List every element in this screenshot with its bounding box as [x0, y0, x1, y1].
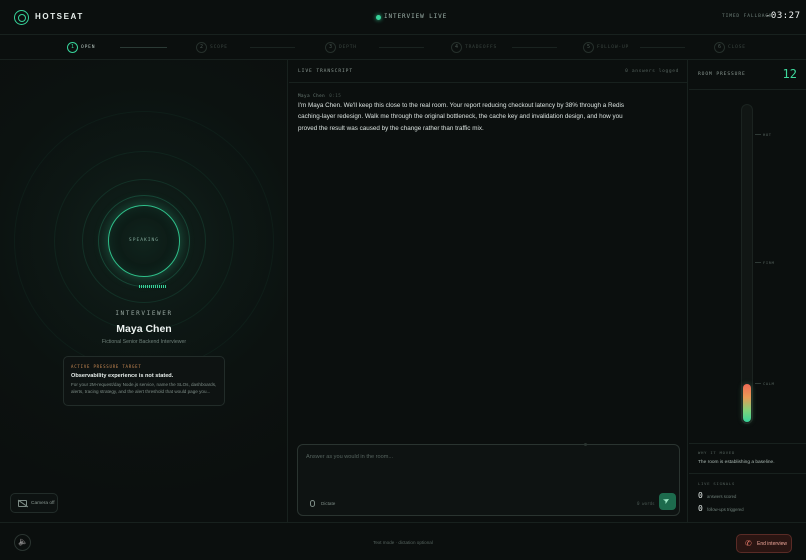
step-connector — [379, 47, 424, 48]
step-connector — [120, 47, 167, 48]
word-count: 0 words — [637, 501, 655, 506]
camera-toggle-label: Camera off — [31, 501, 55, 506]
signal-label: answers scored — [707, 494, 737, 499]
why-it-moved-section: WHY IT MOVED The room is establishing a … — [689, 443, 806, 474]
voice-level-meter — [139, 285, 167, 288]
room-pressure-value: 12 — [782, 67, 797, 81]
gauge-tick-hot: HOT — [763, 132, 772, 137]
answers-logged-count: 0 answers logged — [625, 69, 679, 74]
why-it-moved-text: The room is establishing a baseline. — [698, 460, 775, 465]
answer-composer: Dictate 0 words — [297, 443, 680, 516]
pressure-panel: ROOM PRESSURE 12 HOT FIRM CALM WHY IT MO… — [689, 60, 806, 522]
pressure-header: ROOM PRESSURE 12 — [689, 60, 806, 90]
dictate-button[interactable]: Dictate — [321, 501, 335, 506]
pressure-target-tag: ACTIVE PRESSURE TARGET — [71, 364, 142, 369]
step-number: 3 — [325, 42, 336, 53]
interviewer-panel: SPEAKING INTERVIEWER Maya Chen Fictional… — [0, 60, 288, 522]
step-label: CLOSE — [728, 45, 746, 50]
interview-stepper: 1 OPEN 2 SCOPE 3 DEPTH 4 TRADEOFFS 5 FOL… — [0, 35, 806, 60]
gauge-tick-firm: FIRM — [763, 260, 775, 265]
message-meta: Maya Chen 0:15 — [298, 93, 341, 98]
transcript-panel: LIVE TRANSCRIPT 0 answers logged Maya Ch… — [289, 60, 688, 522]
live-signals-title: LIVE SIGNALS — [698, 481, 736, 486]
step-number: 2 — [196, 42, 207, 53]
microphone-icon[interactable] — [310, 500, 315, 507]
end-interview-label: End interview — [757, 541, 788, 547]
step-number: 4 — [451, 42, 462, 53]
interview-status: INTERVIEW LIVE — [384, 13, 448, 20]
room-pressure-title: ROOM PRESSURE — [698, 72, 746, 77]
live-indicator-icon — [376, 15, 381, 20]
step-number: 6 — [714, 42, 725, 53]
answer-input[interactable] — [306, 454, 666, 478]
interviewer-name: Maya Chen — [116, 323, 172, 335]
step-connector — [640, 47, 685, 48]
signal-value: 0 — [698, 491, 703, 500]
pressure-target-card: ACTIVE PRESSURE TARGET Observability exp… — [63, 356, 225, 406]
step-label: SCOPE — [210, 45, 228, 50]
step-label: OPEN — [81, 45, 96, 50]
transcript-header: LIVE TRANSCRIPT 0 answers logged — [289, 60, 688, 83]
live-signals-section: LIVE SIGNALS 0 answers scored 0 follow-u… — [689, 474, 806, 522]
timer-value: -03:27 — [765, 11, 801, 21]
end-call-icon: ✆ — [745, 539, 752, 548]
why-it-moved-title: WHY IT MOVED — [698, 450, 736, 455]
pressure-gauge — [741, 104, 753, 424]
gauge-tick — [755, 262, 761, 263]
step-label: DEPTH — [339, 45, 357, 50]
gauge-tick — [755, 383, 761, 384]
mode-note: Text mode · dictation optional — [373, 540, 433, 545]
pressure-target-description: For your 2M-request/day Node.js service,… — [71, 382, 217, 394]
pressure-gauge-fill — [743, 384, 751, 422]
message-time: 0:15 — [329, 93, 342, 98]
interviewer-persona: Fictional Senior Backend Interviewer — [101, 339, 187, 345]
gauge-tick — [755, 134, 761, 135]
step-label: FOLLOW-UP — [597, 45, 630, 50]
top-bar: HOTSEAT INTERVIEW LIVE TIMED FALLBACK -0… — [0, 0, 806, 35]
end-interview-button[interactable]: ✆ End interview — [736, 534, 792, 553]
send-button[interactable] — [659, 493, 676, 510]
camera-off-icon — [18, 500, 27, 507]
step-connector — [250, 47, 295, 48]
gauge-tick-calm: CALM — [763, 381, 775, 386]
app-title: HOTSEAT — [35, 12, 84, 21]
pressure-target-title: Observability experience is not stated. — [71, 373, 174, 379]
footer-bar: Text mode · dictation optional ✆ End int… — [0, 522, 806, 560]
signal-value: 0 — [698, 504, 703, 513]
speaking-indicator: SPEAKING — [128, 238, 160, 243]
transcript-title: LIVE TRANSCRIPT — [298, 69, 353, 74]
signal-label: follow-ups triggered — [707, 507, 744, 512]
step-number: 5 — [583, 42, 594, 53]
resize-handle — [584, 443, 587, 446]
logo-icon — [14, 10, 29, 25]
camera-toggle-button[interactable]: Camera off — [10, 493, 58, 513]
interviewer-role: INTERVIEWER — [115, 310, 173, 317]
message-text: I'm Maya Chen. We'll keep this close to … — [298, 102, 625, 132]
step-label: TRADEOFFS — [465, 45, 498, 50]
message-speaker: Maya Chen — [298, 93, 326, 98]
step-number: 1 — [67, 42, 78, 53]
step-connector — [512, 47, 557, 48]
